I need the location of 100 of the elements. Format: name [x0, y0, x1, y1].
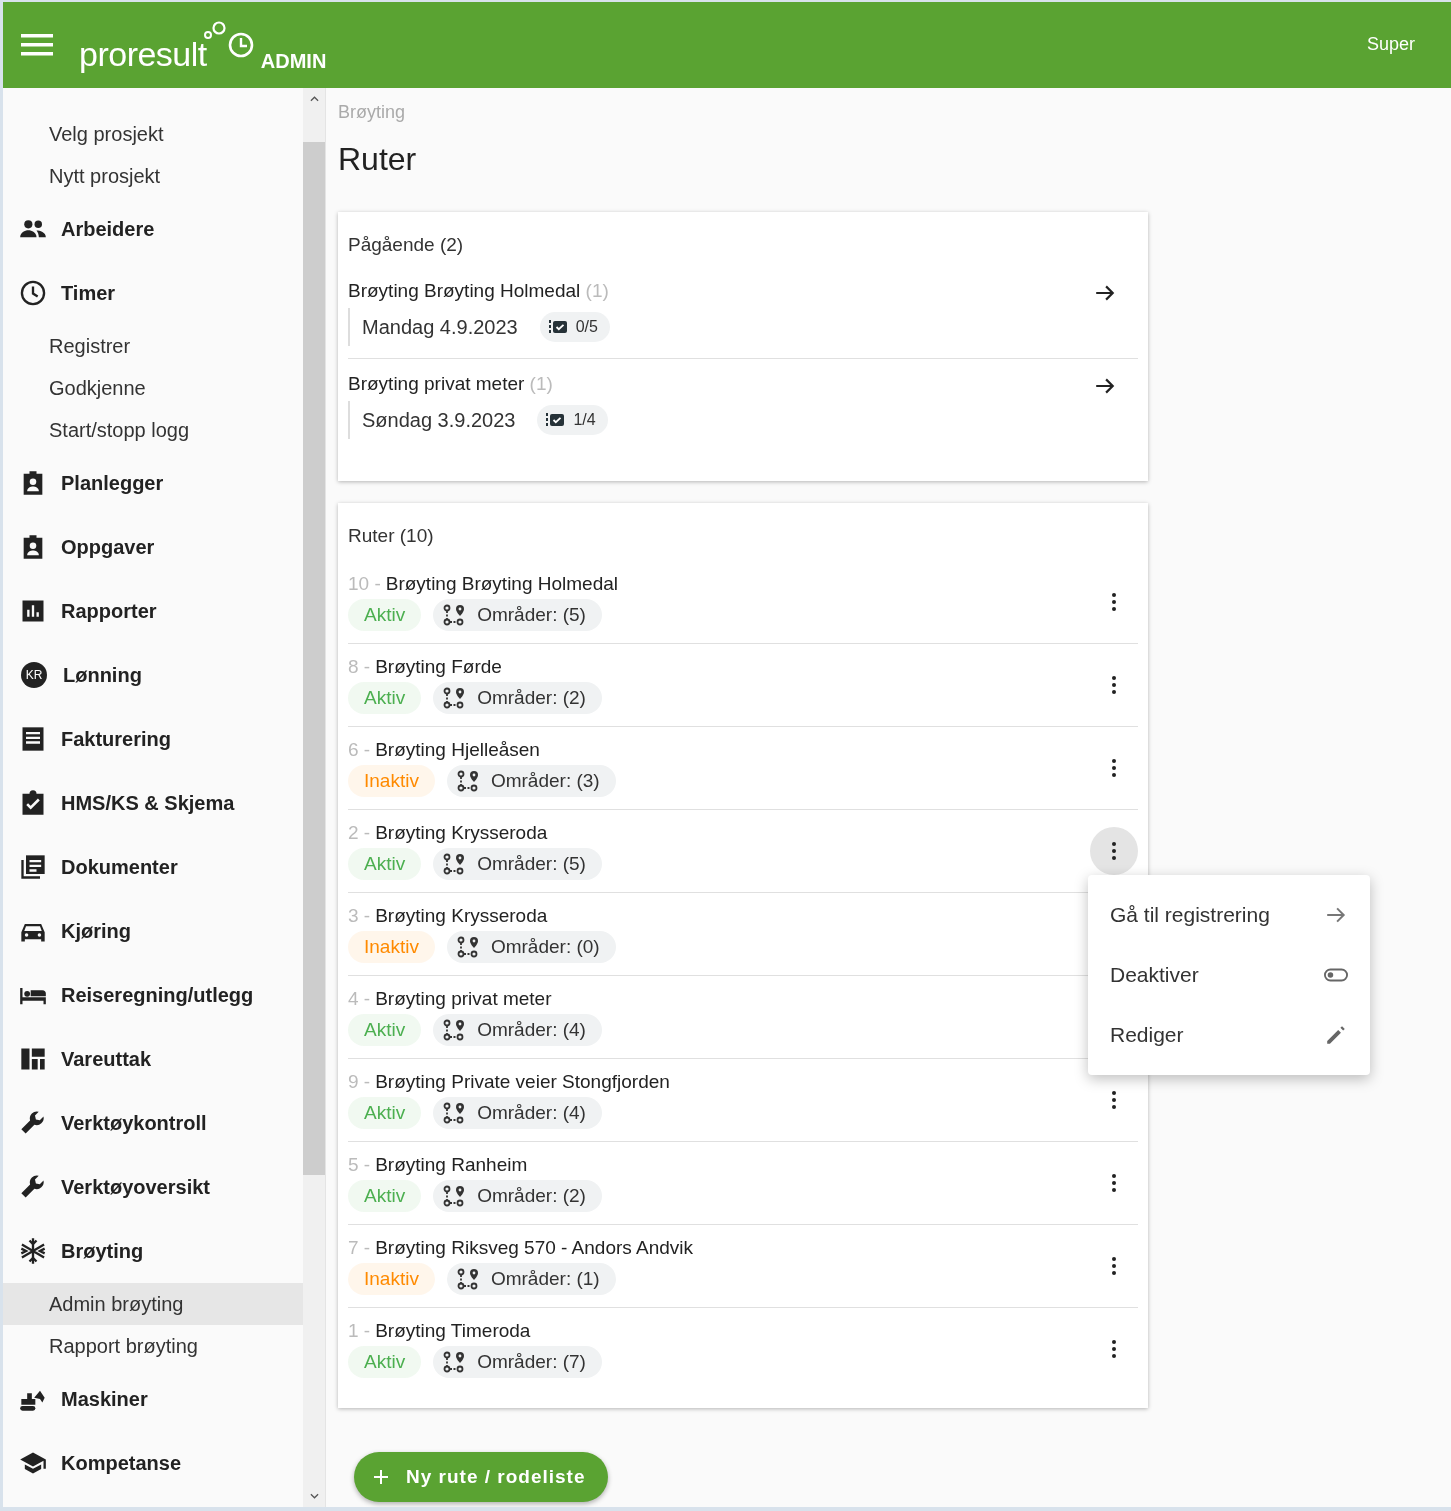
- plus-icon: [374, 1470, 388, 1484]
- route-name: 6 - Brøyting Hjelleåsen: [348, 739, 541, 761]
- sidebar-group-item[interactable]: Brøyting: [3, 1219, 303, 1283]
- admin-label: ADMIN: [260, 51, 327, 71]
- route-name: Brøyting Brøyting Holmedal: [348, 280, 581, 301]
- scrollbar[interactable]: [303, 88, 326, 1507]
- more-options-button[interactable]: [1090, 827, 1138, 875]
- sidebar-group-item[interactable]: Arbeidere: [3, 197, 303, 261]
- count-label: (1): [529, 373, 553, 394]
- more-vertical-icon: [1112, 592, 1116, 612]
- page-title: Ruter: [338, 141, 418, 178]
- areas-chip: Områder: (5): [433, 599, 602, 631]
- route-icon: [443, 1019, 466, 1041]
- more-vertical-icon: [1112, 1256, 1116, 1276]
- sidebar-group-item[interactable]: Verktøyoversikt: [3, 1155, 303, 1219]
- areas-chip: Områder: (4): [433, 1097, 602, 1129]
- route-icon: [443, 604, 466, 626]
- sidebar-group-item[interactable]: Kompetanse: [3, 1431, 303, 1495]
- clock-icon: [19, 279, 47, 307]
- sidebar-group-item[interactable]: Fakturering: [3, 707, 303, 771]
- route-name: Brøyting privat meter: [348, 373, 525, 394]
- route-icon: [443, 1185, 466, 1207]
- sidebar-group-item[interactable]: HMS/KS & Skjema: [3, 771, 303, 835]
- sidebar-link[interactable]: Registrer: [3, 325, 303, 367]
- menu-item[interactable]: Deaktiver: [1088, 945, 1370, 1005]
- sidebar-group-item[interactable]: Planlegger: [3, 451, 303, 515]
- route-name: 4 - Brøyting privat meter: [348, 988, 553, 1010]
- more-vertical-icon: [1112, 1173, 1116, 1193]
- menu-item[interactable]: Gå til registrering: [1088, 885, 1370, 945]
- brand-logo: proresult: [79, 37, 207, 71]
- more-vertical-icon: [1112, 1339, 1116, 1359]
- status-chip: Inaktiv: [348, 765, 435, 797]
- route-icon: [443, 687, 466, 709]
- sidebar-link[interactable]: Velg prosjekt: [3, 113, 303, 155]
- route-name: 10 - Brøyting Brøyting Holmedal: [348, 573, 620, 595]
- route-name: 9 - Brøyting Private veier Stongfjorden: [348, 1071, 671, 1093]
- more-vertical-icon: [1112, 841, 1116, 861]
- route-icon: [443, 1102, 466, 1124]
- sidebar-link[interactable]: Godkjenne: [3, 367, 303, 409]
- more-vertical-icon: [1112, 758, 1116, 778]
- route-icon: [443, 1351, 466, 1373]
- status-chip: Aktiv: [348, 1180, 422, 1212]
- more-vertical-icon: [1112, 675, 1116, 695]
- route-name: 3 - Brøyting Krysseroda: [348, 905, 549, 927]
- route-icon: [456, 936, 479, 958]
- sidebar-group-item[interactable]: Rapporter: [3, 579, 303, 643]
- areas-chip: Områder: (5): [433, 848, 602, 880]
- sidebar-group-item[interactable]: Timer: [3, 261, 303, 325]
- areas-chip: Områder: (7): [433, 1346, 602, 1378]
- docs-icon: [19, 853, 47, 881]
- status-chip: Aktiv: [348, 1346, 422, 1378]
- currency-icon: KR: [21, 662, 47, 688]
- status-chip: Aktiv: [348, 848, 422, 880]
- menu-item[interactable]: Rediger: [1088, 1005, 1370, 1065]
- areas-chip: Områder: (3): [446, 765, 616, 797]
- date-label: Mandag 4.9.2023: [362, 315, 518, 339]
- status-chip: Aktiv: [348, 1014, 422, 1046]
- scroll-up-icon[interactable]: [309, 96, 319, 102]
- progress-chip: 0/5: [539, 312, 610, 342]
- sidebar-link[interactable]: Rapport brøyting: [3, 1325, 303, 1367]
- status-chip: Aktiv: [348, 682, 422, 714]
- route-name: 2 - Brøyting Krysseroda: [348, 822, 549, 844]
- areas-chip: Områder: (0): [446, 931, 616, 963]
- sidebar-link[interactable]: Nytt prosjekt: [3, 155, 303, 197]
- route-name: 1 - Brøyting Timeroda: [348, 1320, 532, 1342]
- snow-icon: [19, 1237, 47, 1265]
- sidebar-group-item[interactable]: Oppgaver: [3, 515, 303, 579]
- count-label: (1): [585, 280, 609, 301]
- route-icon: [456, 770, 479, 792]
- sidebar-group-item[interactable]: KR Lønning: [3, 643, 303, 707]
- sidebar-group-item[interactable]: Maskiner: [3, 1367, 303, 1431]
- sidebar-group-item[interactable]: Vareuttak: [3, 1027, 303, 1091]
- menu-icon[interactable]: [21, 34, 53, 56]
- status-chip: Aktiv: [348, 1097, 422, 1129]
- areas-chip: Områder: (4): [433, 1014, 602, 1046]
- checklist-icon: [547, 319, 568, 335]
- sidebar-group-item[interactable]: Verktøykontroll: [3, 1091, 303, 1155]
- card-title: Ruter (10): [348, 525, 435, 547]
- sidebar-group-item[interactable]: Kjøring: [3, 899, 303, 963]
- route-icon: [456, 1268, 479, 1290]
- areas-chip: Områder: (2): [433, 682, 602, 714]
- route-name: 8 - Brøyting Førde: [348, 656, 503, 678]
- card-title: Pågående (2): [348, 234, 465, 256]
- sidebar-group-item[interactable]: Reiseregning/utlegg: [3, 963, 303, 1027]
- status-chip: Inaktiv: [348, 1263, 435, 1295]
- areas-chip: Områder: (1): [446, 1263, 616, 1295]
- progress-chip: 1/4: [537, 405, 608, 435]
- sidebar-link[interactable]: Start/stopp logg: [3, 409, 303, 451]
- scroll-down-icon[interactable]: [309, 1493, 319, 1499]
- sidebar-group-item[interactable]: Dokumenter: [3, 835, 303, 899]
- date-label: Søndag 3.9.2023: [362, 408, 516, 432]
- route-name: 5 - Brøyting Ranheim: [348, 1154, 529, 1176]
- status-chip: Inaktiv: [348, 931, 435, 963]
- areas-chip: Områder: (2): [433, 1180, 602, 1212]
- sidebar-link[interactable]: Admin brøyting: [3, 1283, 303, 1325]
- checklist-icon: [545, 412, 566, 428]
- status-chip: Aktiv: [348, 599, 422, 631]
- route-icon: [443, 853, 466, 875]
- more-vertical-icon: [1112, 1090, 1116, 1110]
- route-name: 7 - Brøyting Riksveg 570 - Andors Andvik: [348, 1237, 695, 1259]
